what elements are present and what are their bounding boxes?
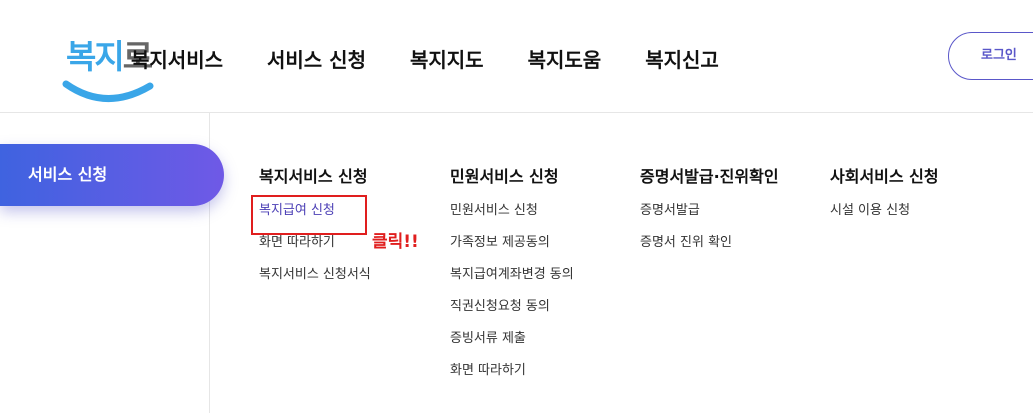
menu-link-facility-application[interactable]: 시설 이용 신청 (830, 202, 939, 234)
menu-column-social-service: 사회서비스 신청 시설 이용 신청 (830, 163, 939, 234)
column-title: 민원서비스 신청 (450, 167, 559, 186)
annotation-highlight-box (251, 195, 367, 235)
column-title: 복지서비스 신청 (259, 167, 368, 186)
menu-link-screen-guide[interactable]: 화면 따라하기 (259, 234, 371, 266)
menu-link-account-change-consent[interactable]: 복지급여계좌변경 동의 (450, 266, 574, 298)
menu-link-screen-guide[interactable]: 화면 따라하기 (450, 362, 574, 394)
menu-link-application-forms[interactable]: 복지서비스 신청서식 (259, 266, 371, 298)
gnb-item-welfare-report[interactable]: 복지신고 (645, 44, 719, 73)
annotation-click-label: 클릭!! (372, 232, 419, 252)
gnb-item-welfare-service[interactable]: 복지서비스 (131, 44, 223, 73)
menu-column-civil-service: 민원서비스 신청 민원서비스 신청 가족정보 제공동의 복지급여계좌변경 동의 … (450, 163, 574, 394)
menu-link-certificate-issue[interactable]: 증명서발급 (640, 202, 779, 234)
menu-link-family-info-consent[interactable]: 가족정보 제공동의 (450, 234, 574, 266)
menu-link-ex-officio-consent[interactable]: 직권신청요청 동의 (450, 298, 574, 330)
column-title: 증명서발급·진위확인 (640, 167, 779, 186)
logo-smile-icon (62, 80, 154, 102)
login-button[interactable]: 로그인 (948, 32, 1033, 80)
gnb-item-welfare-help[interactable]: 복지도움 (528, 44, 602, 73)
sidebar-item-service-application[interactable]: 서비스 신청 (0, 144, 224, 206)
menu-column-certificate: 증명서발급·진위확인 증명서발급 증명서 진위 확인 (640, 163, 779, 266)
main-navigation: 복지서비스 서비스 신청 복지지도 복지도움 복지신고 (131, 44, 763, 73)
gnb-item-service-application[interactable]: 서비스 신청 (267, 44, 366, 73)
menu-link-document-submission[interactable]: 증빙서류 제출 (450, 330, 574, 362)
top-utility-bar-cut (560, 0, 1033, 7)
menu-link-civil-service-application[interactable]: 민원서비스 신청 (450, 202, 574, 234)
column-title: 사회서비스 신청 (830, 167, 939, 186)
menu-link-certificate-verify[interactable]: 증명서 진위 확인 (640, 234, 779, 266)
header-divider (0, 112, 1033, 113)
gnb-item-welfare-map[interactable]: 복지지도 (410, 44, 484, 73)
